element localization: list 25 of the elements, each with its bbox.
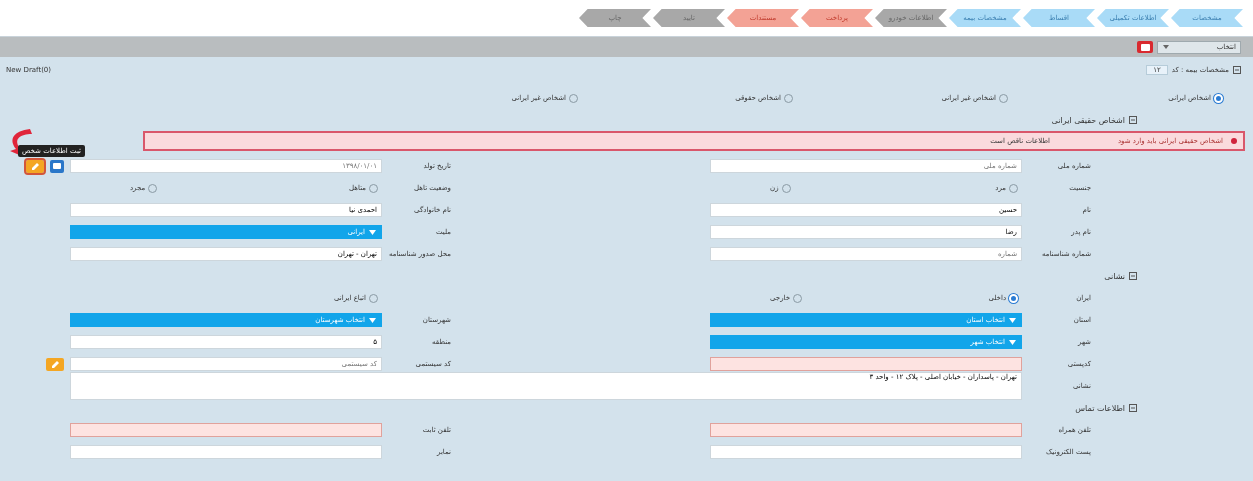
- collapse-icon: [1129, 404, 1137, 412]
- caret-icon: [1009, 317, 1016, 323]
- bullet-icon: [1231, 138, 1237, 144]
- text-field[interactable]: [710, 423, 1022, 437]
- text-field[interactable]: [710, 445, 1022, 459]
- square-icon: [53, 163, 61, 169]
- pencil-icon: [50, 359, 60, 369]
- collapse-icon: [1233, 66, 1241, 74]
- edit-button[interactable]: [46, 357, 64, 371]
- text-field[interactable]: [70, 423, 382, 437]
- text-field[interactable]: [710, 357, 1022, 371]
- delete-button[interactable]: [1137, 41, 1153, 53]
- square-icon: [1140, 43, 1150, 51]
- section-title: نشانی: [1104, 271, 1125, 281]
- caret-icon: [369, 229, 376, 235]
- collapse-icon: [1129, 116, 1137, 124]
- caret-icon: [369, 317, 376, 323]
- caret-icon: [1162, 44, 1170, 50]
- pencil-icon: [30, 161, 40, 171]
- section-title: اطلاعات تماس: [1075, 403, 1125, 413]
- message-button[interactable]: [50, 159, 64, 173]
- caret-icon: [1009, 339, 1016, 345]
- text-field[interactable]: [70, 445, 382, 459]
- collapse-icon: [1129, 272, 1137, 280]
- section-title: اشخاص حقیقی ایرانی: [1051, 115, 1125, 125]
